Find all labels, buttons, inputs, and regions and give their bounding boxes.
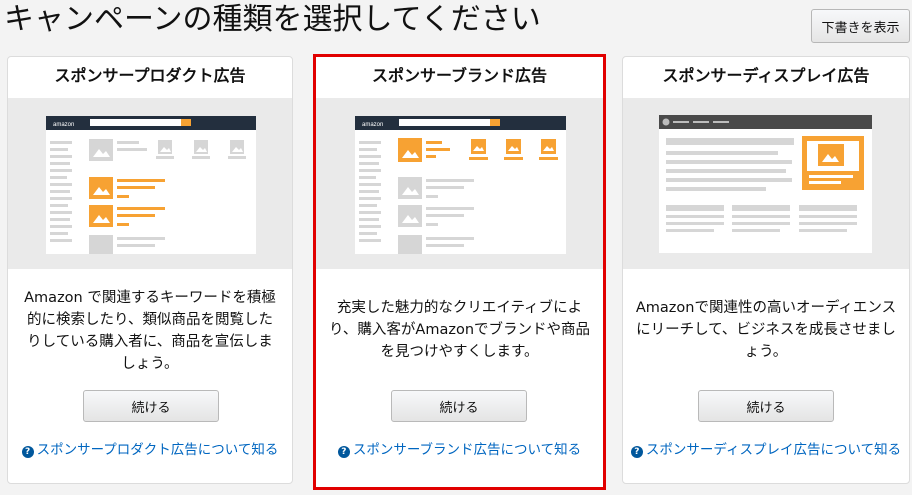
continue-button-sponsored-display[interactable]: 続ける bbox=[698, 390, 834, 422]
preview-logo: amazon bbox=[362, 122, 383, 128]
image-icon bbox=[89, 177, 113, 199]
image-icon bbox=[818, 144, 844, 166]
learn-more-link-sponsored-brands[interactable]: ? スポンサーブランド広告について知る bbox=[316, 438, 603, 458]
campaign-card-sponsored-display[interactable]: スポンサーディスプレイ広告 Amazonで関連性の高いオーディエンスにリーチして… bbox=[622, 56, 910, 484]
show-drafts-button[interactable]: 下書きを表示 bbox=[811, 9, 910, 43]
search-icon bbox=[181, 119, 191, 126]
image-icon bbox=[398, 138, 422, 162]
card-preview-illustration: amazon bbox=[316, 98, 603, 269]
page-title: キャンペーンの種類を選択してください bbox=[4, 2, 541, 37]
learn-more-link-sponsored-display[interactable]: ? スポンサーディスプレイ広告について知る bbox=[623, 438, 909, 458]
learn-more-text: スポンサーディスプレイ広告について知る bbox=[645, 442, 902, 458]
help-circle-icon: ? bbox=[337, 446, 350, 458]
help-circle-icon: ? bbox=[21, 446, 34, 458]
card-preview-illustration bbox=[623, 98, 909, 269]
preview-logo: amazon bbox=[53, 122, 74, 128]
card-description: 充実した魅力的なクリエイティブにより、購入客がAmazonでブランドや商品を見つ… bbox=[328, 300, 591, 360]
campaign-card-sponsored-brands[interactable]: スポンサーブランド広告 amazon 充実した魅力的なクリエイティブにより、購入… bbox=[313, 54, 606, 490]
card-preview-illustration: amazon bbox=[8, 98, 292, 269]
learn-more-text: スポンサーブランド広告について知る bbox=[352, 442, 582, 458]
search-icon bbox=[490, 119, 500, 126]
campaign-card-sponsored-products[interactable]: スポンサープロダクト広告 amazon Amazon で関連するキーワードを積極… bbox=[7, 56, 293, 484]
continue-button-sponsored-brands[interactable]: 続ける bbox=[391, 390, 527, 422]
card-title: スポンサープロダクト広告 bbox=[54, 66, 246, 85]
card-title: スポンサーブランド広告 bbox=[371, 66, 548, 85]
help-circle-icon: ? bbox=[630, 446, 643, 458]
card-description: Amazon で関連するキーワードを積極的に検索したり、類似商品を閲覧したりして… bbox=[24, 290, 276, 372]
card-title: スポンサーディスプレイ広告 bbox=[662, 66, 870, 85]
continue-button-sponsored-products[interactable]: 続ける bbox=[83, 390, 219, 422]
card-description: Amazonで関連性の高いオーディエンスにリーチして、ビジネスを成長させましょう… bbox=[635, 300, 897, 360]
learn-more-text: スポンサープロダクト広告について知る bbox=[36, 442, 279, 458]
learn-more-link-sponsored-products[interactable]: ? スポンサープロダクト広告について知る bbox=[8, 438, 292, 458]
